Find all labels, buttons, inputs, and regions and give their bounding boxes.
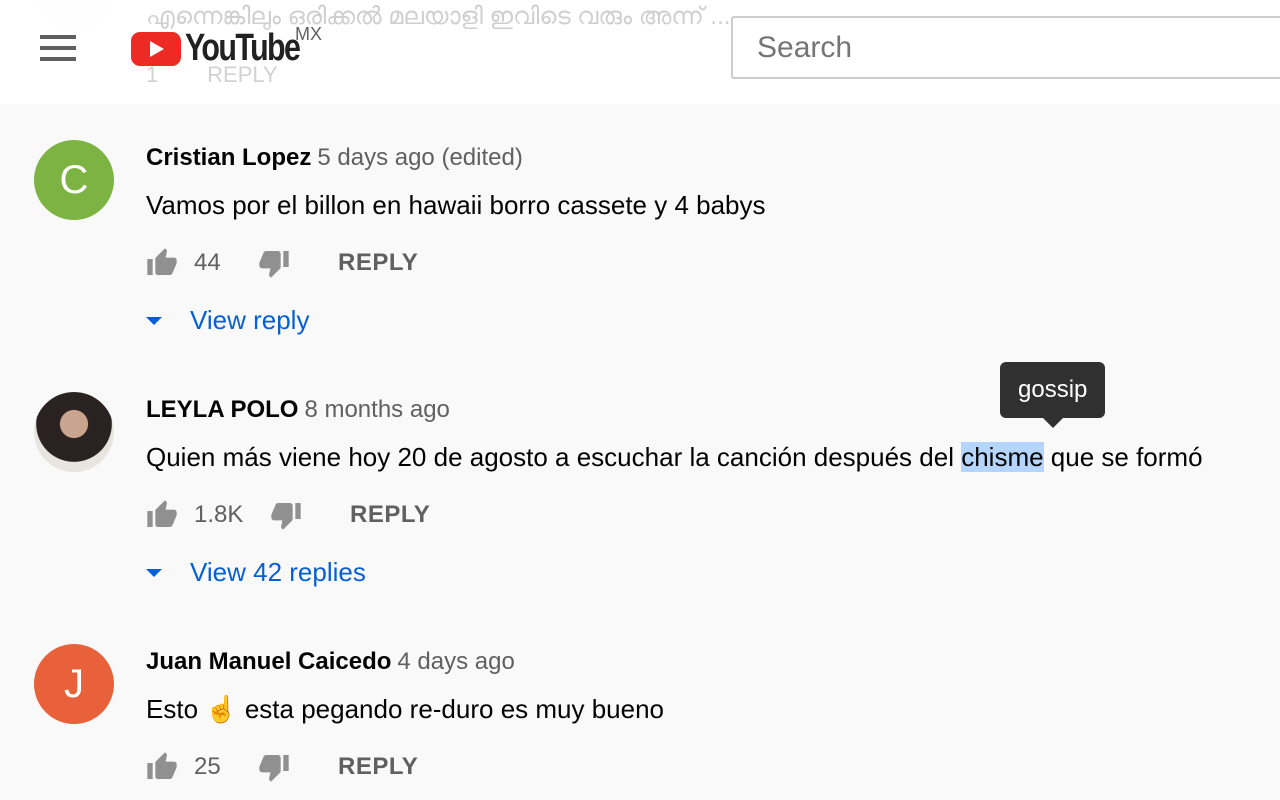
view-replies-button[interactable]: View 42 replies: [146, 557, 366, 588]
caret-down-icon: [146, 316, 162, 325]
masthead: YouTube MX: [0, 0, 1280, 104]
thumbs-down-icon[interactable]: [258, 247, 290, 279]
comment-actions: 1.8K REPLY: [146, 499, 430, 531]
timestamp[interactable]: 4 days ago: [397, 648, 514, 675]
avatar[interactable]: [34, 392, 114, 472]
comment-header: Cristian Lopez 5 days ago (edited): [146, 144, 523, 172]
author-name[interactable]: Cristian Lopez: [146, 144, 311, 171]
avatar[interactable]: J: [34, 644, 114, 724]
reply-button[interactable]: REPLY: [350, 501, 430, 529]
region-code: MX: [295, 24, 322, 44]
comment-text: Esto ☝ esta pegando re-duro es muy bueno: [146, 694, 665, 724]
comment-header: LEYLA POLO 8 months ago: [146, 396, 450, 424]
timestamp[interactable]: 5 days ago (edited): [317, 144, 522, 171]
thumbs-up-icon[interactable]: [146, 751, 178, 783]
comment-actions: 25 REPLY: [146, 751, 418, 783]
menu-icon[interactable]: [40, 35, 76, 61]
author-name[interactable]: LEYLA POLO: [146, 396, 298, 423]
thumbs-down-icon[interactable]: [270, 499, 302, 531]
comment-text: Vamos por el billon en hawaii borro cass…: [146, 190, 766, 220]
translation-tooltip: gossip: [1000, 362, 1106, 428]
comment-actions: 44 REPLY: [146, 247, 418, 279]
view-replies-button[interactable]: View reply: [146, 305, 309, 336]
like-count: 1.8K: [194, 501, 244, 528]
selected-word: chisme: [961, 442, 1044, 472]
comment-text: Quien más viene hoy 20 de agosto a escuc…: [146, 442, 1203, 472]
avatar[interactable]: C: [34, 140, 114, 220]
thumbs-up-icon[interactable]: [146, 247, 178, 279]
timestamp[interactable]: 8 months ago: [304, 396, 449, 423]
caret-down-icon: [146, 568, 162, 577]
comment-header: Juan Manuel Caicedo 4 days ago: [146, 648, 515, 676]
reply-button[interactable]: REPLY: [338, 753, 418, 781]
search-input[interactable]: [731, 16, 1280, 79]
author-name[interactable]: Juan Manuel Caicedo: [146, 648, 391, 675]
like-count: 44: [194, 249, 221, 276]
thumbs-down-icon[interactable]: [258, 751, 290, 783]
youtube-logo[interactable]: YouTube MX: [131, 24, 328, 67]
thumbs-up-icon[interactable]: [146, 499, 178, 531]
play-icon: [131, 32, 181, 66]
like-count: 25: [194, 753, 221, 780]
reply-button[interactable]: REPLY: [338, 249, 418, 277]
